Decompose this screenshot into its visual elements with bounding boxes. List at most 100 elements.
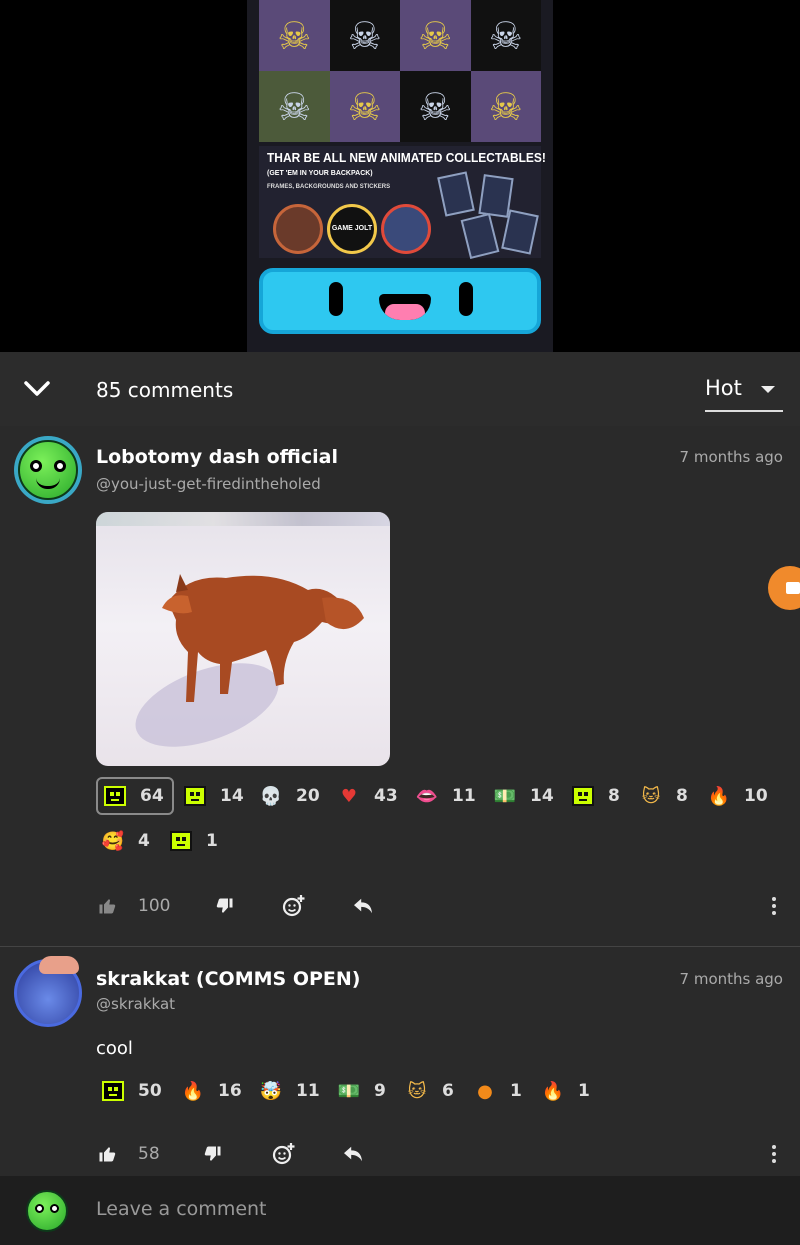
reaction-chip[interactable]: 🥰 4 bbox=[102, 822, 150, 860]
reaction-chip[interactable]: 🔥 10 bbox=[708, 777, 768, 815]
reaction-count: 1 bbox=[578, 1081, 590, 1101]
lips-icon: 👄 bbox=[415, 785, 439, 807]
reaction-count: 10 bbox=[744, 786, 768, 806]
pirate-ghost-frame-icon bbox=[381, 204, 431, 254]
mind-blown-icon: 🤯 bbox=[259, 1080, 283, 1102]
dislike-button[interactable] bbox=[216, 888, 234, 924]
reaction-chip[interactable]: 64 bbox=[96, 777, 174, 815]
reaction-count: 9 bbox=[374, 1081, 386, 1101]
dislike-button[interactable] bbox=[204, 1136, 222, 1172]
orange-icon: ● bbox=[477, 1080, 493, 1102]
reaction-count: 11 bbox=[296, 1081, 320, 1101]
comment-input[interactable] bbox=[96, 1198, 696, 1220]
gamejolt-face-icon bbox=[184, 786, 206, 806]
reaction-chip[interactable]: 💵 9 bbox=[338, 1072, 386, 1110]
reaction-count: 6 bbox=[442, 1081, 454, 1101]
reaction-count: 14 bbox=[530, 786, 554, 806]
reply-icon bbox=[344, 1146, 362, 1162]
reaction-count: 4 bbox=[138, 831, 150, 851]
promo-banner[interactable]: ☠ ☠ ☠ ☠ ☠ ☠ ☠ ☠ THAR BE ALL NEW ANIMATED… bbox=[247, 0, 553, 352]
comment-actions: 100 bbox=[96, 888, 786, 924]
gamejolt-skull-badge: GAME JOLT bbox=[327, 204, 377, 254]
pirate-frame-icon bbox=[273, 204, 323, 254]
skull-icon: ☠ bbox=[329, 0, 400, 71]
reaction-count: 11 bbox=[452, 786, 476, 806]
skull-icon: ☠ bbox=[329, 71, 400, 142]
reaction-chip[interactable]: 1 bbox=[170, 822, 218, 860]
money-icon: 💵 bbox=[493, 785, 517, 807]
reaction-chip[interactable]: ● 1 bbox=[474, 1072, 522, 1110]
reply-icon bbox=[354, 898, 372, 914]
reaction-count: 8 bbox=[608, 786, 620, 806]
reaction-chip[interactable]: 50 bbox=[102, 1072, 162, 1110]
thumbs-up-icon bbox=[99, 1147, 116, 1162]
comment-username[interactable]: Lobotomy dash official bbox=[96, 446, 338, 468]
like-count: 100 bbox=[138, 896, 171, 916]
comment-text: cool bbox=[96, 1038, 133, 1059]
skull-icon: ☠ bbox=[470, 71, 541, 142]
skull-icon: ☠ bbox=[470, 0, 541, 71]
reaction-count: 8 bbox=[676, 786, 688, 806]
gamejolt-face-dark-icon bbox=[102, 1081, 124, 1101]
user-avatar[interactable] bbox=[26, 1190, 68, 1232]
reaction-chip[interactable]: 🐱 6 bbox=[406, 1072, 454, 1110]
promo-caption: FRAMES, BACKGROUNDS AND STICKERS bbox=[267, 184, 391, 190]
sort-dropdown[interactable]: Hot bbox=[705, 374, 783, 412]
reaction-chip[interactable]: 🔥 1 bbox=[542, 1072, 590, 1110]
add-reaction-button[interactable] bbox=[282, 888, 306, 924]
reaction-chip[interactable]: 💵 14 bbox=[494, 777, 554, 815]
add-reaction-button[interactable] bbox=[272, 1136, 296, 1172]
sticker-card-icon bbox=[437, 171, 475, 217]
post-media: ☠ ☠ ☠ ☠ ☠ ☠ ☠ ☠ THAR BE ALL NEW ANIMATED… bbox=[0, 0, 800, 352]
reaction-chip[interactable]: ♥ 43 bbox=[338, 777, 398, 815]
avatar[interactable] bbox=[14, 956, 82, 1027]
like-button[interactable] bbox=[98, 1136, 116, 1172]
fire-icon: 🔥 bbox=[707, 785, 731, 807]
sticker-card-icon bbox=[460, 212, 500, 260]
comment-timestamp[interactable]: 7 months ago bbox=[680, 970, 783, 988]
reaction-count: 43 bbox=[374, 786, 398, 806]
comment-handle[interactable]: @skrakkat bbox=[96, 995, 175, 1013]
collapse-button[interactable] bbox=[22, 374, 52, 404]
reply-button[interactable] bbox=[342, 1136, 364, 1172]
fox-icon bbox=[162, 574, 364, 702]
comment-divider bbox=[0, 946, 800, 947]
heart-icon: ♥ bbox=[340, 785, 358, 807]
skull-tile-grid: ☠ ☠ ☠ ☠ ☠ ☠ ☠ ☠ bbox=[259, 0, 541, 142]
more-options-icon[interactable] bbox=[764, 888, 784, 924]
reaction-chip[interactable]: 🐱 8 bbox=[640, 777, 688, 815]
comment-timestamp[interactable]: 7 months ago bbox=[680, 448, 783, 466]
eye bbox=[459, 282, 473, 316]
promo-panel: THAR BE ALL NEW ANIMATED COLLECTABLES! (… bbox=[259, 146, 546, 260]
skull-icon: ☠ bbox=[400, 71, 471, 142]
reaction-chip[interactable]: 14 bbox=[184, 777, 244, 815]
reaction-chip[interactable]: 🔥 16 bbox=[182, 1072, 242, 1110]
comment-composer bbox=[0, 1176, 800, 1245]
reaction-count: 64 bbox=[140, 786, 164, 806]
comment-username[interactable]: skrakkat (COMMS OPEN) bbox=[96, 968, 360, 990]
reaction-chip[interactable]: 👄 11 bbox=[416, 777, 476, 815]
reaction-count: 20 bbox=[296, 786, 320, 806]
reply-button[interactable] bbox=[352, 888, 374, 924]
smiling-face-graphic bbox=[259, 268, 541, 334]
reaction-count: 1 bbox=[206, 831, 218, 851]
sort-label: Hot bbox=[705, 376, 742, 400]
eye bbox=[329, 282, 343, 316]
hand-icon bbox=[39, 956, 79, 974]
reaction-chip[interactable]: 8 bbox=[572, 777, 620, 815]
avatar[interactable] bbox=[14, 436, 82, 504]
cat-face-icon: 🐱 bbox=[641, 785, 661, 807]
like-button[interactable] bbox=[98, 888, 116, 924]
video-side-button[interactable] bbox=[768, 566, 800, 610]
reaction-chip[interactable]: 💀 20 bbox=[260, 777, 320, 815]
caret-down-icon bbox=[761, 386, 775, 393]
reaction-chip[interactable]: 🤯 11 bbox=[260, 1072, 320, 1110]
cat-face-icon: 🐱 bbox=[407, 1080, 427, 1102]
promo-subtitle: (GET 'EM IN YOUR BACKPACK) bbox=[267, 170, 373, 177]
gamejolt-neutral-icon bbox=[572, 786, 594, 806]
comment-handle[interactable]: @you-just-get-firedintheholed bbox=[96, 475, 321, 493]
flame-hand-icon: 🔥 bbox=[541, 1080, 565, 1102]
more-options-icon[interactable] bbox=[764, 1136, 784, 1172]
comment-image[interactable] bbox=[96, 512, 390, 766]
promo-title: THAR BE ALL NEW ANIMATED COLLECTABLES! bbox=[267, 150, 546, 165]
